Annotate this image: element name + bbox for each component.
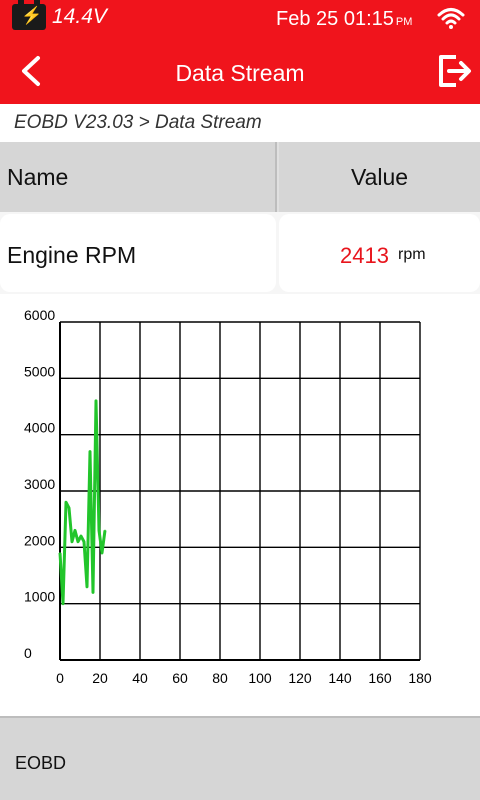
x-tick-label: 40 [132,670,148,686]
row-name: Engine RPM [7,242,137,268]
series-point [65,501,67,504]
column-header-name: Name [0,142,277,212]
status-ampm: PM [395,16,413,28]
x-tick-label: 100 [248,670,272,686]
footer-label: EOBD [15,753,67,773]
rpm-chart: 0 20 40 60 80 100 120 140 160 180 0 1000 2000 3000 400… [0,296,480,716]
y-tick-label: 5000 [24,363,55,379]
series-point [59,552,61,554]
y-tick-label: 1000 [24,589,55,605]
row-name-cell[interactable]: Engine RPM [0,214,276,292]
series-point [71,540,73,543]
voltage-readout: 14.4V [52,5,107,28]
series-point [80,535,82,537]
series-point [62,602,64,605]
series-point [101,552,103,554]
y-tick-label: 0 [24,645,32,661]
y-tick-label: 2000 [24,532,55,548]
column-header-value: Value [279,142,480,212]
x-tick-label: 20 [92,670,108,686]
row-value-cell[interactable]: 2413 rpm [279,214,480,292]
series-point [83,540,85,543]
series-point [74,529,76,532]
breadcrumb-text: EOBD V23.03 > Data Stream [14,112,262,133]
status-time: 01:15 [343,8,394,30]
x-tick-label: 160 [368,670,392,686]
table-row[interactable]: Engine RPM 2413 rpm [0,212,480,294]
app-bar: Data Stream [0,38,480,104]
x-tick-label: 140 [328,670,352,686]
y-tick-label: 3000 [24,476,55,492]
series-point [104,529,106,532]
x-tick-label: 80 [212,670,228,686]
series-point [92,591,94,594]
exit-icon[interactable] [436,52,472,90]
breadcrumb: EOBD V23.03 > Data Stream [0,104,480,142]
row-value: 2413 [340,243,389,268]
status-bar: ⚡ 14.4V Feb 25 01:15 PM [0,0,480,38]
status-date: Feb 25 [276,8,339,30]
line-chart: 0 20 40 60 80 100 120 140 160 180 0 1000 2000 3000 400… [24,307,432,686]
y-tick-label: 6000 [24,307,55,323]
battery-icon: ⚡ [12,0,46,30]
series-point [89,450,91,453]
footer-bar[interactable]: EOBD [0,718,480,800]
series-point [68,507,70,509]
series-point [95,400,97,402]
series-point [77,540,79,543]
row-unit: rpm [398,246,426,263]
series-point [98,529,100,532]
page-title: Data Stream [175,60,305,86]
table-header: Name Value [0,142,480,213]
wifi-icon [437,8,465,29]
x-tick-label: 120 [288,670,312,686]
x-tick-label: 60 [172,670,188,686]
x-tick-label: 180 [408,670,432,686]
status-datetime: Feb 25 01:15 PM [276,8,412,31]
series-point [86,585,88,588]
x-tick-label: 0 [56,670,64,686]
y-tick-label: 4000 [24,420,55,436]
